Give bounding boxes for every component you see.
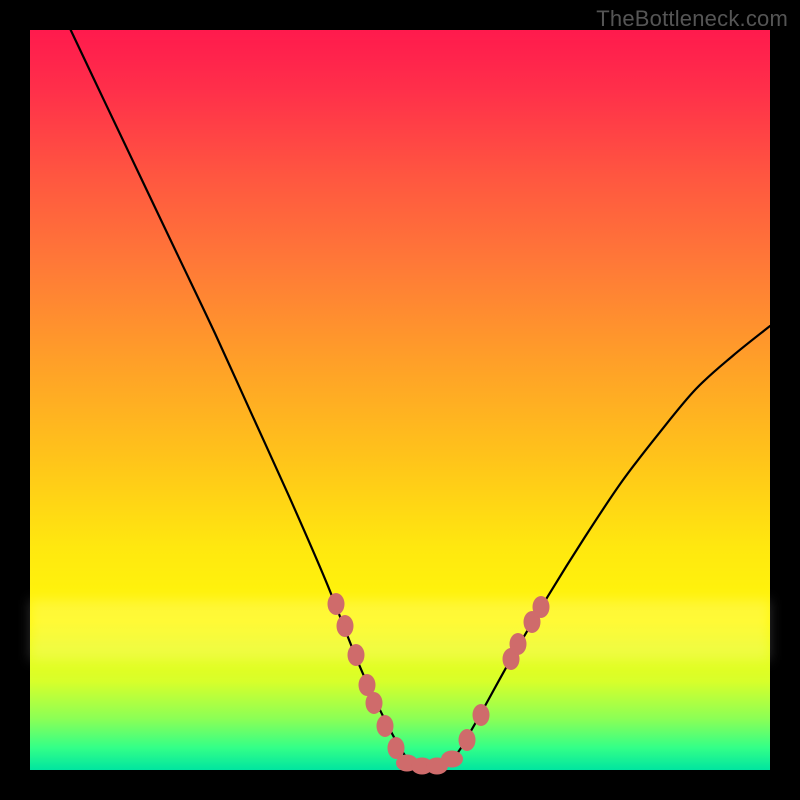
curve-marker	[532, 596, 549, 618]
curve-marker	[336, 615, 353, 637]
curve-svg	[30, 30, 770, 770]
bottleneck-curve	[71, 30, 770, 768]
curve-marker	[441, 750, 463, 767]
curve-marker	[377, 715, 394, 737]
watermark-text: TheBottleneck.com	[596, 6, 788, 32]
curve-marker	[458, 729, 475, 751]
curve-marker	[327, 593, 344, 615]
curve-marker	[366, 692, 383, 714]
curve-marker	[510, 633, 527, 655]
chart-frame: TheBottleneck.com	[0, 0, 800, 800]
curve-marker	[347, 644, 364, 666]
plot-area	[30, 30, 770, 770]
curve-marker	[473, 704, 490, 726]
